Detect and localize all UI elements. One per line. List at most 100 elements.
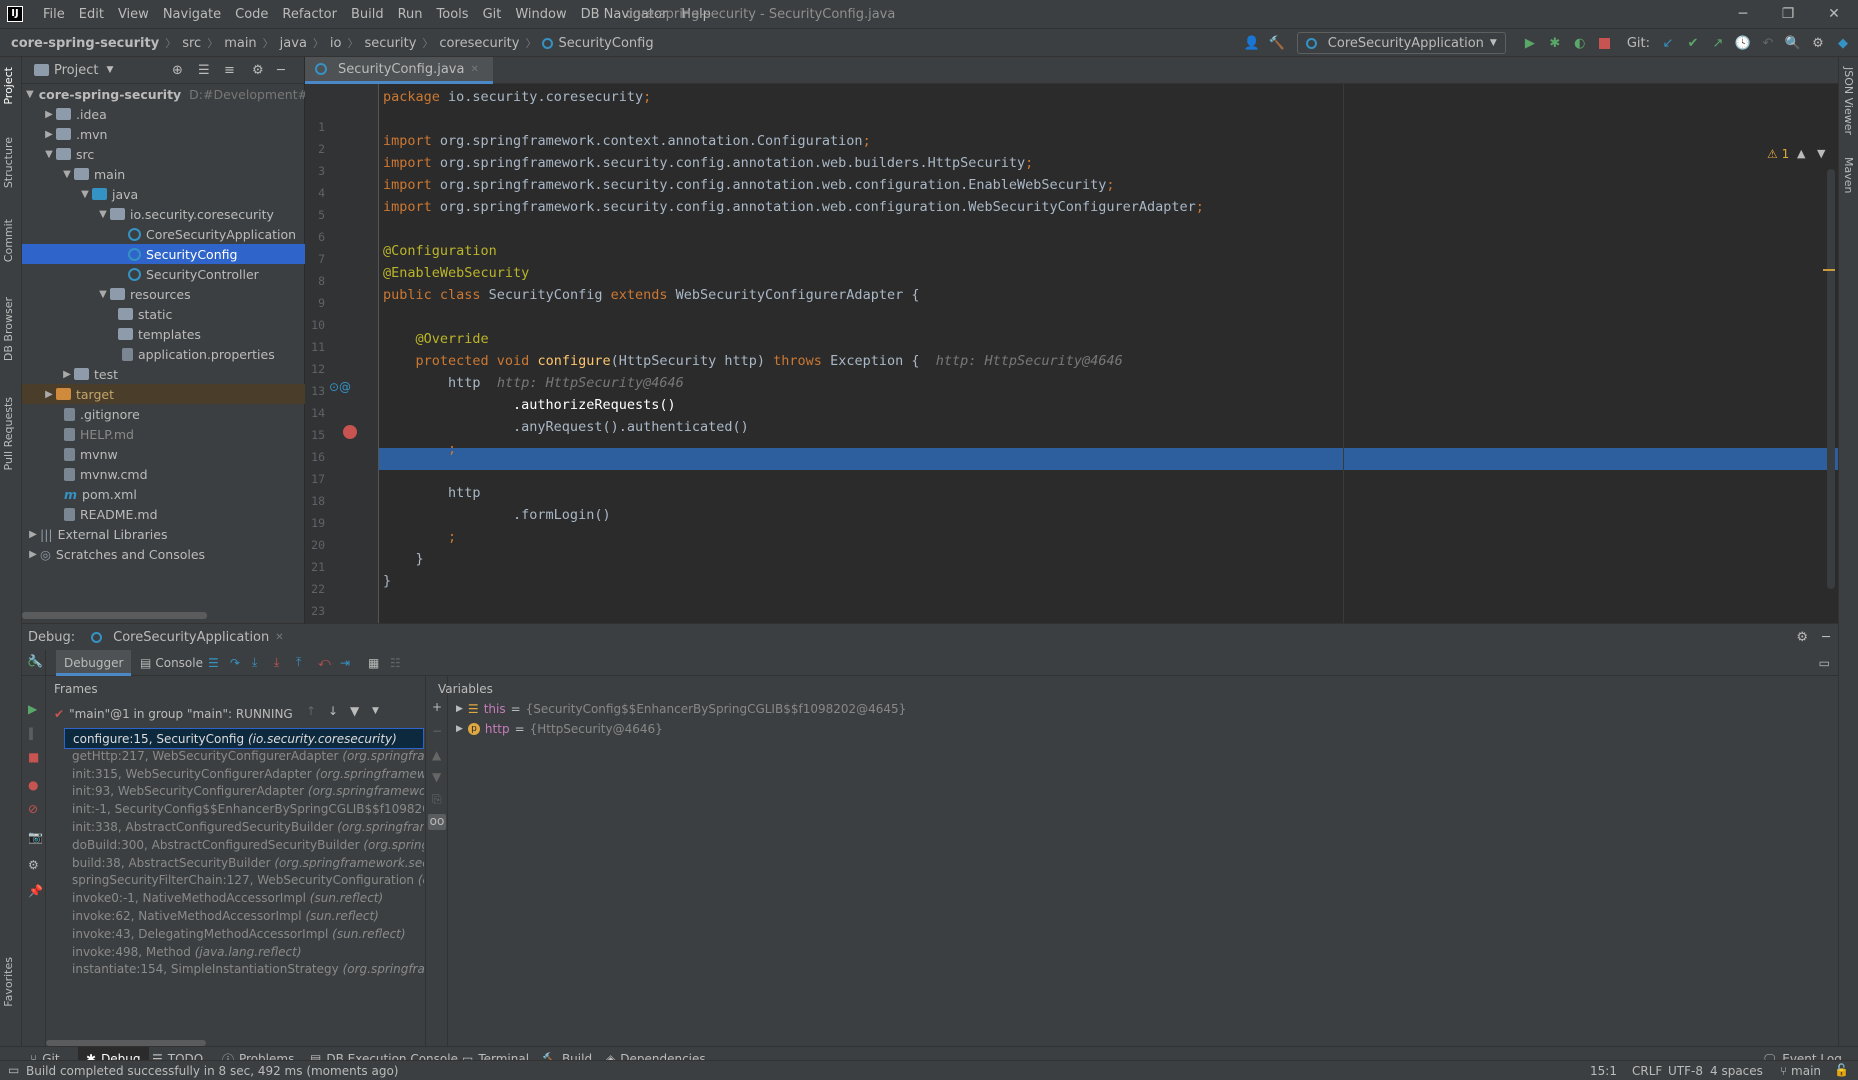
tree-item-src[interactable]: ▼ src xyxy=(22,144,305,164)
debug-session-tab[interactable]: CoreSecurityApplication ✕ xyxy=(85,630,290,645)
close-tab-icon[interactable]: ✕ xyxy=(470,64,478,75)
tree-item-pom-xml[interactable]: m pom.xml xyxy=(22,484,305,504)
run-icon[interactable]: ▶ xyxy=(1519,32,1541,54)
menu-run[interactable]: Run xyxy=(391,0,430,29)
tree-item-templates[interactable]: templates xyxy=(22,324,305,344)
settings-icon[interactable]: ⚙ xyxy=(1807,32,1829,54)
collapse-all-icon[interactable]: ≡ xyxy=(224,63,235,78)
move-up-icon[interactable]: ▲ xyxy=(432,748,441,762)
tool-tab-structure[interactable]: Structure xyxy=(2,137,15,188)
stop-icon[interactable]: ■ xyxy=(28,750,39,764)
file-encoding[interactable]: UTF-8 xyxy=(1668,1064,1703,1078)
tree-item-coresecurityapplication[interactable]: CoreSecurityApplication xyxy=(22,224,305,244)
chevron-down-icon[interactable]: ▼ xyxy=(106,65,113,75)
override-method-icon[interactable]: ⊙@ xyxy=(329,380,351,394)
breadcrumb-project[interactable]: core-spring-security xyxy=(11,36,159,51)
move-down-icon[interactable]: ▼ xyxy=(432,770,441,784)
settings-icon[interactable]: ⚙ xyxy=(28,858,39,872)
tree-item-main[interactable]: ▼ main xyxy=(22,164,305,184)
coverage-icon[interactable]: ◐ xyxy=(1569,32,1591,54)
tree-item-mvnw-cmd[interactable]: mvnw.cmd xyxy=(22,464,305,484)
menu-navigate[interactable]: Navigate xyxy=(156,0,228,29)
code-line[interactable]: http http: HttpSecurity@4646 xyxy=(383,375,684,391)
breadcrumb-main[interactable]: main xyxy=(224,36,256,51)
code-line[interactable]: @Configuration xyxy=(383,243,497,259)
tree-item-application-properties[interactable]: application.properties xyxy=(22,344,305,364)
tree-item-test[interactable]: ▶ test xyxy=(22,364,305,384)
step-out-icon[interactable]: ⤒ xyxy=(296,655,301,670)
menu-git[interactable]: Git xyxy=(476,0,509,29)
code-line[interactable]: http xyxy=(383,485,481,501)
menu-window[interactable]: Window xyxy=(508,0,573,29)
close-icon[interactable]: ✕ xyxy=(1822,3,1846,25)
chevron-right-icon[interactable]: ▶ xyxy=(456,704,463,714)
variable-row-http[interactable]: ▶ p http = {HttpSecurity@4646} xyxy=(456,720,663,738)
editor-tab-securityconfig[interactable]: SecurityConfig.java ✕ xyxy=(305,57,493,84)
tree-root[interactable]: ▼ core-spring-security D:#Development#Gi… xyxy=(22,84,305,104)
menu-file[interactable]: File xyxy=(36,0,72,29)
code-line[interactable]: .formLogin() xyxy=(383,507,611,523)
code-line[interactable]: package io.security.coresecurity; xyxy=(383,89,651,105)
mute-breakpoints-icon[interactable]: ⊘ xyxy=(28,802,38,816)
gear-icon[interactable]: ⚙ xyxy=(252,63,264,78)
chevron-right-icon[interactable]: ▶ xyxy=(456,724,463,734)
tool-tab-commit[interactable]: Commit xyxy=(2,219,15,262)
tree-item-gitignore[interactable]: .gitignore xyxy=(22,404,305,424)
code-line[interactable]: import org.springframework.security.conf… xyxy=(383,177,1115,193)
step-into-icon[interactable]: ⤓ xyxy=(252,655,257,670)
tree-item-package[interactable]: ▼ io.security.coresecurity xyxy=(22,204,305,224)
project-header-label[interactable]: Project xyxy=(54,63,98,78)
tool-tab-maven[interactable]: Maven xyxy=(1842,157,1855,193)
history-icon[interactable]: 🕓 xyxy=(1732,32,1754,54)
add-watch-icon[interactable]: + xyxy=(432,700,442,714)
menu-edit[interactable]: Edit xyxy=(72,0,111,29)
tree-item-mvn[interactable]: ▶ .mvn xyxy=(22,124,305,144)
stop-icon[interactable] xyxy=(1594,32,1616,54)
breakpoint-icon[interactable] xyxy=(343,425,357,439)
breadcrumb-io[interactable]: io xyxy=(330,36,342,51)
lock-icon[interactable]: 🔓 xyxy=(1834,1063,1849,1077)
git-push-icon[interactable]: ↗ xyxy=(1707,32,1729,54)
chevron-up-icon[interactable]: ▲ xyxy=(1797,147,1805,160)
breadcrumb-src[interactable]: src xyxy=(182,36,201,51)
warning-indicator[interactable]: ⚠ 1 xyxy=(1767,147,1789,161)
hide-icon[interactable]: ─ xyxy=(277,63,285,78)
trace-icon[interactable]: ☷ xyxy=(390,656,401,670)
menu-build[interactable]: Build xyxy=(344,0,391,29)
error-stripe-marker[interactable] xyxy=(1823,269,1835,271)
breadcrumb-security[interactable]: security xyxy=(365,36,417,51)
code-line[interactable]: } xyxy=(383,573,391,589)
vertical-scrollbar[interactable] xyxy=(1827,169,1835,589)
show-execution-point-icon[interactable]: ☰ xyxy=(208,656,219,670)
locate-icon[interactable]: ⊕ xyxy=(172,63,183,78)
caret-position[interactable]: 15:1 xyxy=(1590,1064,1617,1078)
code-line[interactable]: @Override xyxy=(383,331,489,347)
stack-frame[interactable]: instantiate:154, SimpleInstantiationStra… xyxy=(64,959,424,980)
tree-item-external-libraries[interactable]: ▶ ||| External Libraries xyxy=(22,524,305,544)
drop-frame-icon[interactable]: ⤺ xyxy=(318,655,331,670)
code-line[interactable]: public class SecurityConfig extends WebS… xyxy=(383,287,919,303)
tree-item-securityconfig[interactable]: SecurityConfig xyxy=(22,244,305,264)
horizontal-scrollbar[interactable] xyxy=(22,612,207,619)
chevron-down-icon[interactable]: ▼ xyxy=(26,89,34,100)
line-separator[interactable]: CRLF xyxy=(1632,1064,1662,1078)
maximize-icon[interactable]: ❐ xyxy=(1776,3,1800,25)
tool-tab-favorites[interactable]: Favorites xyxy=(2,957,15,1007)
camera-icon[interactable]: 📷 xyxy=(28,830,43,844)
pin-icon[interactable]: 📌 xyxy=(28,884,43,898)
search-icon[interactable]: 🔍 xyxy=(1782,32,1804,54)
rollback-icon[interactable]: ↶ xyxy=(1757,32,1779,54)
tool-tab-pull-requests[interactable]: Pull Requests xyxy=(2,397,15,470)
tab-debugger[interactable]: Debugger xyxy=(56,649,132,676)
menu-view[interactable]: View xyxy=(111,0,156,29)
layout-icon[interactable]: ▭ xyxy=(1819,656,1830,670)
tree-item-readme-md[interactable]: README.md xyxy=(22,504,305,524)
variable-row-this[interactable]: ▶ ☰ this = {SecurityConfig$$EnhancerBySp… xyxy=(456,700,906,718)
breadcrumb-java[interactable]: java xyxy=(280,36,307,51)
tree-item-help-md[interactable]: HELP.md xyxy=(22,424,305,444)
view-breakpoints-icon[interactable]: ● xyxy=(28,778,38,792)
tree-item-securitycontroller[interactable]: SecurityController xyxy=(22,264,305,284)
tree-item-target[interactable]: ▶ target xyxy=(22,384,305,404)
filter-icon[interactable]: ▼ xyxy=(350,704,359,718)
force-step-into-icon[interactable]: ⤓ xyxy=(274,655,279,670)
